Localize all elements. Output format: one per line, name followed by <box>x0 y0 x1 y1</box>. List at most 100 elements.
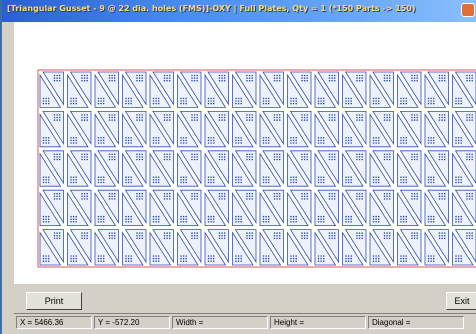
bolt-hole <box>427 176 430 178</box>
bolt-hole <box>278 114 281 116</box>
bolt-hole <box>466 119 468 121</box>
bolt-hole <box>235 102 237 105</box>
bolt-hole <box>295 97 298 100</box>
bolt-hole <box>136 195 138 198</box>
bolt-hole <box>262 215 265 218</box>
bolt-hole <box>466 114 468 116</box>
bolt-hole <box>441 158 443 161</box>
bolt-hole <box>383 237 386 240</box>
bolt-hole <box>322 97 325 100</box>
bolt-hole <box>350 221 353 223</box>
bolt-hole <box>292 142 295 144</box>
bolt-hole <box>460 260 463 262</box>
bolt-hole <box>111 119 113 121</box>
bolt-hole <box>42 137 45 139</box>
bolt-hole <box>83 156 86 158</box>
bolt-hole <box>460 97 463 100</box>
bolt-hole <box>356 234 358 237</box>
bolt-hole <box>265 215 267 218</box>
bolt-hole <box>75 218 77 220</box>
bolt-hole <box>317 221 320 223</box>
bolt-hole <box>81 232 83 234</box>
bolt-hole <box>83 158 86 161</box>
bolt-hole <box>102 97 105 100</box>
bolt-hole <box>306 234 309 237</box>
bolt-hole <box>47 255 50 257</box>
bolt-hole <box>303 158 306 161</box>
bolt-hole <box>111 77 113 79</box>
bolt-hole <box>45 260 47 262</box>
bolt-hole <box>441 192 443 195</box>
bolt-hole <box>111 116 113 119</box>
bolt-hole <box>193 198 196 200</box>
bolt-hole <box>218 116 221 119</box>
bolt-hole <box>278 77 281 79</box>
bolt-hole <box>108 195 111 198</box>
bolt-hole <box>372 100 375 102</box>
bolt-hole <box>331 158 333 161</box>
bolt-hole <box>331 198 333 200</box>
exit-button[interactable]: Exit <box>446 292 476 310</box>
bolt-hole <box>180 100 182 102</box>
bolt-hole <box>70 218 72 220</box>
bolt-hole <box>317 218 320 220</box>
bolt-hole <box>185 97 187 100</box>
bolt-hole <box>427 260 430 262</box>
bolt-hole <box>246 232 248 234</box>
bolt-hole <box>218 74 221 77</box>
bolt-hole <box>455 142 457 144</box>
bolt-hole <box>427 215 430 218</box>
bolt-hole <box>375 257 377 260</box>
bolt-hole <box>237 215 240 218</box>
bolt-hole <box>185 255 187 257</box>
close-icon[interactable] <box>461 3 475 17</box>
bolt-hole <box>295 137 298 139</box>
bolt-hole <box>251 119 253 121</box>
bolt-hole <box>237 221 240 223</box>
bolt-hole <box>328 198 331 200</box>
bolt-hole <box>180 221 182 223</box>
bolt-hole <box>262 102 265 105</box>
nest-canvas[interactable] <box>14 22 476 284</box>
bolt-hole <box>416 77 419 79</box>
bolt-hole <box>388 153 391 156</box>
bolt-hole <box>347 181 350 184</box>
bolt-hole <box>152 97 155 100</box>
bolt-hole <box>443 119 446 121</box>
bolt-hole <box>248 192 251 195</box>
bolt-hole <box>45 100 47 102</box>
bolt-hole <box>138 195 141 198</box>
bolt-hole <box>377 260 380 262</box>
bolt-hole <box>347 218 350 220</box>
bolt-hole <box>108 79 111 82</box>
bolt-hole <box>235 100 237 102</box>
bolt-hole <box>276 234 278 237</box>
bolt-hole <box>320 179 322 181</box>
title-bar[interactable]: [Triangular Gusset - 9 @ 22 dia. holes (… <box>2 0 476 22</box>
bolt-hole <box>405 215 408 218</box>
bolt-hole <box>248 156 251 158</box>
bolt-hole <box>273 79 276 82</box>
print-button[interactable]: Print <box>26 292 82 310</box>
bolt-hole <box>276 119 278 121</box>
bolt-hole <box>182 176 185 178</box>
bolt-hole <box>377 137 380 139</box>
bolt-hole <box>237 142 240 144</box>
bolt-hole <box>347 139 350 142</box>
bolt-hole <box>350 176 353 178</box>
bolt-hole <box>168 74 171 77</box>
bolt-hole <box>331 79 333 82</box>
bolt-hole <box>276 232 278 234</box>
bolt-hole <box>111 158 113 161</box>
bolt-hole <box>111 234 113 237</box>
bolt-hole <box>457 218 460 220</box>
bolt-hole <box>438 77 441 79</box>
bolt-hole <box>47 100 50 102</box>
bolt-hole <box>81 116 83 119</box>
bolt-hole <box>262 181 265 184</box>
bolt-hole <box>438 195 441 198</box>
bolt-hole <box>141 116 143 119</box>
bolt-hole <box>223 195 226 198</box>
bolt-hole <box>267 221 270 223</box>
bolt-hole <box>347 142 350 144</box>
